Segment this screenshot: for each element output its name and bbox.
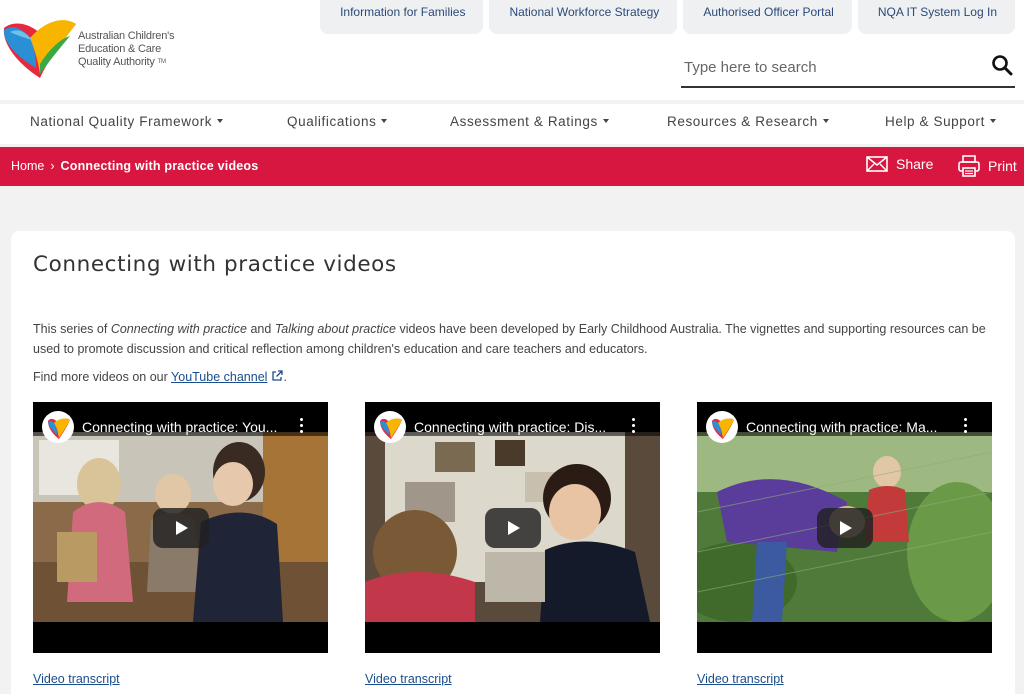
channel-avatar[interactable] — [374, 411, 406, 443]
intro-emphasis-1: Connecting with practice — [110, 322, 247, 336]
logo-line-1: Australian Children's — [78, 30, 175, 42]
intro-emphasis-2: Talking about practice — [274, 322, 396, 336]
nav-label: Assessment & Ratings — [450, 114, 598, 129]
breadcrumb-bar: Home › Connecting with practice videos Sha… — [0, 147, 1024, 186]
share-button[interactable]: Share — [866, 156, 933, 172]
top-link-national-workforce-strategy[interactable]: National Workforce Strategy — [489, 0, 678, 34]
more-options-icon[interactable] — [298, 417, 304, 435]
page-title: Connecting with practice videos — [33, 252, 397, 277]
share-label: Share — [896, 156, 934, 172]
logo-wordmark: Australian Children's Education & Care Q… — [78, 30, 175, 69]
video-transcript-link-3[interactable]: Video transcript — [697, 672, 784, 686]
breadcrumb-separator: › — [50, 159, 55, 173]
breadcrumb-home[interactable]: Home — [11, 159, 44, 173]
video-title[interactable]: Connecting with practice: Ma... — [746, 419, 954, 435]
search-input[interactable] — [684, 56, 974, 78]
caret-down-icon — [989, 119, 996, 124]
logo-line-2: Education & Care — [78, 43, 162, 55]
intro-paragraph: This series of Connecting with practice … — [33, 319, 993, 359]
more-options-icon[interactable] — [962, 417, 968, 435]
caret-down-icon — [822, 119, 829, 124]
nav-label: Resources & Research — [667, 114, 818, 129]
nav-national-quality-framework[interactable]: National Quality Framework — [30, 114, 224, 129]
search-icon[interactable] — [991, 54, 1015, 78]
logo-line-3: Quality Authority — [78, 56, 155, 68]
play-button[interactable] — [817, 508, 873, 548]
main-navigation: National Quality Framework Qualification… — [0, 104, 1024, 144]
heart-logo-icon — [3, 20, 77, 78]
content-card: Connecting with practice videos This ser… — [11, 231, 1015, 694]
nav-assessment-ratings[interactable]: Assessment & Ratings — [450, 114, 609, 129]
video-embed-1[interactable]: Connecting with practice: You... — [33, 402, 328, 653]
caret-down-icon — [602, 119, 609, 124]
caret-down-icon — [381, 119, 388, 124]
trademark-mark: TM — [157, 59, 166, 65]
intro-text-1: This series of — [33, 322, 111, 336]
nav-label: Qualifications — [287, 114, 377, 129]
nav-label: Help & Support — [885, 114, 985, 129]
find-more-text: Find more videos on our YouTube channel. — [33, 370, 287, 384]
video-embed-3[interactable]: Connecting with practice: Ma... — [697, 402, 992, 653]
envelope-icon — [866, 156, 888, 172]
nav-label: National Quality Framework — [30, 114, 213, 129]
print-label: Print — [988, 158, 1017, 174]
printer-icon — [958, 155, 980, 177]
youtube-channel-link[interactable]: YouTube channel — [171, 370, 267, 384]
top-link-information-for-families[interactable]: Information for Families — [320, 0, 484, 34]
nav-help-support[interactable]: Help & Support — [885, 114, 996, 129]
find-more-suffix: . — [283, 370, 287, 384]
caret-down-icon — [217, 119, 224, 124]
more-options-icon[interactable] — [630, 417, 636, 435]
find-more-prefix: Find more videos on our — [33, 370, 172, 384]
nav-resources-research[interactable]: Resources & Research — [667, 114, 829, 129]
video-title[interactable]: Connecting with practice: You... — [82, 419, 290, 435]
channel-avatar[interactable] — [706, 411, 738, 443]
video-embed-2[interactable]: Connecting with practice: Dis... — [365, 402, 660, 653]
nav-qualifications[interactable]: Qualifications — [287, 114, 388, 129]
channel-avatar[interactable] — [42, 411, 74, 443]
site-header: Australian Children's Education & Care Q… — [0, 0, 1024, 100]
print-button[interactable]: Print — [958, 155, 1017, 177]
top-link-authorised-officer-portal[interactable]: Authorised Officer Portal — [683, 0, 852, 34]
breadcrumb: Home › Connecting with practice videos — [11, 159, 258, 173]
play-button[interactable] — [153, 508, 209, 548]
search-box — [681, 50, 1015, 88]
video-title[interactable]: Connecting with practice: Dis... — [414, 419, 622, 435]
utility-links: Information for Families National Workfo… — [320, 0, 1015, 34]
intro-text-2: and — [247, 322, 275, 336]
play-button[interactable] — [485, 508, 541, 548]
acecqa-logo[interactable]: Australian Children's Education & Care Q… — [0, 8, 190, 84]
video-transcript-link-2[interactable]: Video transcript — [365, 672, 452, 686]
top-link-nqa-it-system-login[interactable]: NQA IT System Log In — [857, 0, 1015, 34]
breadcrumb-current: Connecting with practice videos — [60, 159, 259, 173]
video-transcript-link-1[interactable]: Video transcript — [33, 672, 120, 686]
external-link-icon — [272, 370, 284, 381]
